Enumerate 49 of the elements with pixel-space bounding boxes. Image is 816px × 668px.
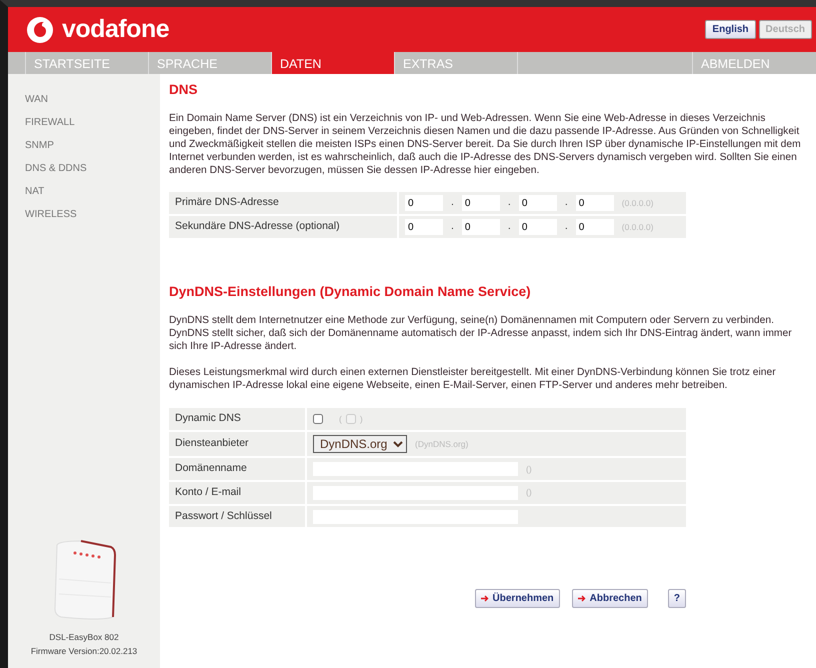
field-label: Sekundäre DNS-Adresse (optional)	[169, 216, 399, 238]
field-label: Passwort / Schlüssel	[169, 506, 307, 528]
help-button[interactable]: ?	[668, 589, 686, 608]
checkbox[interactable]	[313, 414, 323, 424]
field-label: Domänenname	[169, 458, 307, 480]
sidebar-item[interactable]: WIRELESS	[25, 207, 160, 222]
separator-dot: .	[450, 219, 455, 234]
arrow-icon	[480, 595, 489, 602]
ip-octet-field[interactable]: 0	[462, 219, 500, 236]
field-label: Konto / E-mail	[169, 482, 307, 504]
hint-text: ()	[526, 486, 532, 500]
action-button[interactable]: Übernehmen	[474, 589, 560, 608]
provider-dropdown[interactable]: DynDNS.org	[313, 435, 407, 454]
field-label: Dynamic DNS	[169, 408, 307, 430]
ip-octet-field[interactable]: 0	[405, 219, 443, 236]
ip-octet-field[interactable]: 0	[518, 219, 557, 236]
section-title: DynDNS-Einstellungen (Dynamic Domain Name Service)	[169, 284, 532, 300]
brand-name: vodafone	[62, 14, 170, 45]
logo-icon	[26, 16, 54, 44]
separator-dot: .	[506, 195, 512, 210]
hint-text: (	[339, 412, 342, 426]
separator-dot: .	[450, 195, 455, 210]
description-text: Dieses Leistungsmerkmal wird durch einen externen Dienstleister bereitgestellt. Mit einer DynDNS-Verbindung können Sie trotz einer dynamischen IP-Adresse lokal eine eigene Webseite, einen E-Mail-Server, einen FTP-Server und anderes mehr betreiben.	[169, 366, 777, 392]
description-text: DynDNS stellt dem Internetnutzer eine Methode zur Verfügung, seine(n) Domänennamen mit Computern oder Servern zu verbinden. DynDNS stellt sicher, daß sich der Domänenname automatisch der IP-Adresse anpasst, indem sich Ihr DNS-Eintrag ändert, wann immer sich Ihre IP-Adresse ändert.	[169, 314, 793, 354]
arrow-icon	[578, 595, 586, 602]
ip-octet-field[interactable]: 0	[576, 195, 614, 212]
device-model: DSL-EasyBox 802	[49, 630, 119, 644]
description-text: Ein Domain Name Server (DNS) ist ein Verzeichnis von IP- und Web-Adressen. Wenn Sie eine Web-Adresse in dieses Verzeichnis eingeben, findet der DNS-Server in seinem Verzeichnis diesen Namen und die dazu passende IP-Adresse. Aus Gründen von Schnelligkeit und Zweckmäßigkeit stellen die meisten ISPs einen DNS-Server bereit. Da Sie durch Ihren ISP über dynamische IP-Einstellungen mit dem Internet verbunden werden, ist es wahrscheinlich, daß auch die IP-Adresse des DNS-Servers dynamisch vergeben wird. Sollten Sie einen anderen DNS-Server bevorzugen, müssen Sie dessen IP-Adresse hier eingeben.	[169, 112, 802, 178]
separator-dot: .	[564, 195, 569, 210]
hint-text: ()	[526, 462, 532, 476]
ip-octet-field[interactable]: 0	[518, 195, 557, 212]
sidebar-item[interactable]: FIREWALL	[25, 115, 160, 130]
action-button[interactable]: Abbrechen	[572, 589, 648, 608]
sidebar-item[interactable]: WAN	[25, 92, 160, 107]
sidebar-item[interactable]: DNS & DDNS	[25, 161, 160, 176]
ip-octet-field[interactable]: 0	[576, 219, 614, 236]
separator-dot: .	[564, 219, 569, 234]
ip-octet-field[interactable]: 0	[462, 195, 500, 212]
sidebar-item[interactable]: SNMP	[25, 138, 160, 153]
separator-dot: .	[506, 219, 512, 234]
hint-text: )	[360, 412, 363, 426]
field-label: Primäre DNS-Adresse	[169, 192, 399, 214]
firmware-version: Firmware Version:20.02.213	[30, 645, 138, 658]
field-label: Diensteanbieter	[169, 432, 307, 456]
nav-tab[interactable]: DATEN	[271, 52, 394, 74]
language-button[interactable]: English	[705, 20, 756, 39]
ip-octet-field[interactable]: 0	[405, 195, 443, 212]
section-title: DNS	[169, 82, 199, 98]
sidebar-item[interactable]: NAT	[25, 184, 160, 199]
